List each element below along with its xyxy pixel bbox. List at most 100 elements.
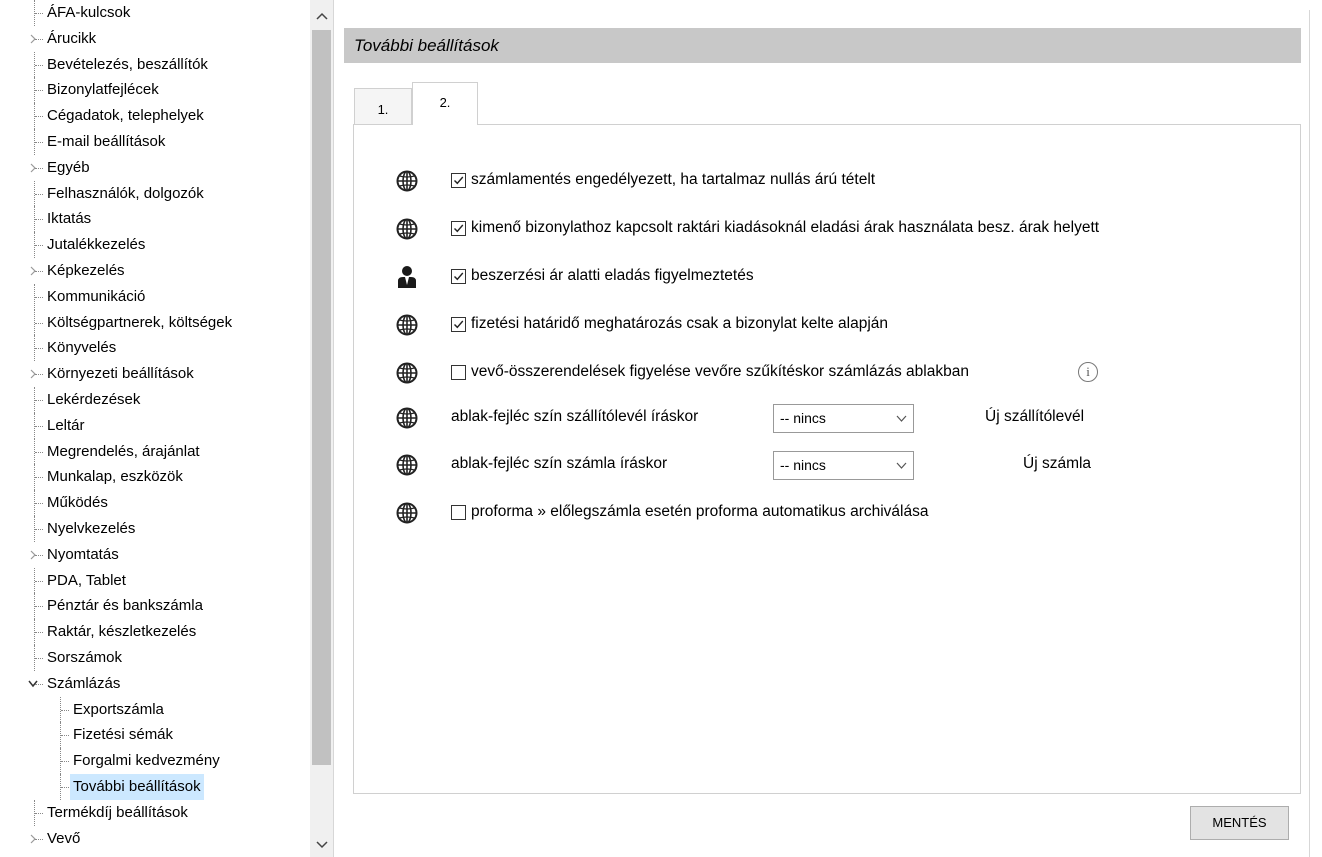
- tree-item-label: Bevételezés, beszállítók: [47, 55, 208, 73]
- tree-subitem[interactable]: Exportszámla: [0, 696, 310, 723]
- tree-item-label: Kommunikáció: [47, 287, 146, 305]
- checkbox[interactable]: [451, 505, 466, 520]
- tree-item-label: Raktár, készletkezelés: [47, 623, 197, 641]
- tree-item-label: Leltár: [47, 416, 85, 434]
- scroll-up-icon[interactable]: [310, 6, 333, 26]
- tree-subitem[interactable]: Fizetési sémák: [0, 722, 310, 749]
- checkbox[interactable]: [451, 365, 466, 380]
- tab-2[interactable]: 2.: [412, 82, 478, 125]
- tree-item-label: Iktatás: [47, 210, 92, 228]
- tree-item[interactable]: Megrendelés, árajánlat: [0, 438, 310, 465]
- tree-item-label: Árucikk: [47, 29, 97, 47]
- tree-item-label: Bizonylatfejlécek: [47, 81, 159, 99]
- tree-item-label: Fizetési sémák: [73, 726, 174, 744]
- setting-row: proforma » előlegszámla esetén proforma …: [354, 499, 1302, 527]
- settings-content-panel: További beállítások 1. 2. számlamentés e…: [334, 0, 1322, 857]
- chevron-down-icon: [896, 452, 907, 489]
- tree-item-label: Exportszámla: [73, 700, 164, 718]
- tree-item[interactable]: Képkezelés: [0, 258, 310, 284]
- tree-item[interactable]: Nyomtatás: [0, 542, 310, 568]
- globe-icon: [396, 407, 418, 429]
- preview-label-delivery: Új szállítólevél: [985, 408, 1085, 425]
- tree-item-label: Pénztár és bankszámla: [47, 597, 203, 615]
- tree-item[interactable]: Lekérdezések: [0, 386, 310, 413]
- tree-item[interactable]: Árucikk: [0, 26, 310, 52]
- tree-item[interactable]: Számlázás: [0, 671, 310, 697]
- tree-item-label: További beállítások: [70, 773, 204, 800]
- setting-row: számlamentés engedélyezett, ha tartalmaz…: [354, 167, 1302, 195]
- tree-item[interactable]: Termékdíj beállítások: [0, 799, 310, 826]
- tree-item-label: Lekérdezések: [47, 390, 141, 408]
- tree-item[interactable]: PDA, Tablet: [0, 567, 310, 594]
- tree-item-label: Költségpartnerek, költségek: [47, 313, 233, 331]
- tree-item[interactable]: Pénztár és bankszámla: [0, 593, 310, 620]
- tree-item[interactable]: Könyvelés: [0, 335, 310, 362]
- tree-item[interactable]: Bizonylatfejlécek: [0, 77, 310, 104]
- tree-item[interactable]: Raktár, készletkezelés: [0, 619, 310, 645]
- globe-icon: [396, 218, 418, 240]
- tree-item[interactable]: Egyéb: [0, 155, 310, 181]
- setting-row: fizetési határidő meghatározás csak a bi…: [354, 311, 1302, 339]
- tree-subitem[interactable]: További beállítások: [0, 773, 310, 800]
- tree-item-label: Termékdíj beállítások: [47, 803, 188, 821]
- tree-item[interactable]: Cégadatok, telephelyek: [0, 103, 310, 129]
- checkbox-checked[interactable]: [451, 221, 466, 236]
- setting-row: beszerzési ár alatti eladás figyelmeztet…: [354, 263, 1302, 291]
- tree-item-label: Megrendelés, árajánlat: [47, 442, 200, 460]
- tab-panel: számlamentés engedélyezett, ha tartalmaz…: [353, 124, 1301, 794]
- tree-item[interactable]: Kommunikáció: [0, 283, 310, 310]
- save-button[interactable]: MENTÉS: [1190, 806, 1289, 840]
- setting-label: proforma » előlegszámla esetén proforma …: [471, 503, 929, 520]
- checkbox-checked[interactable]: [451, 317, 466, 332]
- tree-item[interactable]: Bevételezés, beszállítók: [0, 51, 310, 78]
- tree-item[interactable]: E-mail beállítások: [0, 128, 310, 155]
- setting-label: ablak-fejléc szín szállítólevél íráskor: [451, 408, 699, 425]
- setting-label: kimenő bizonylathoz kapcsolt raktári kia…: [471, 219, 1100, 236]
- tree-item-label: Cégadatok, telephelyek: [47, 107, 204, 125]
- tree-item[interactable]: Leltár: [0, 412, 310, 439]
- tree-item-label: Működés: [47, 494, 108, 512]
- select-value: -- nincs: [780, 457, 826, 473]
- tree-item-label: Környezeti beállítások: [47, 365, 194, 383]
- setting-label: fizetési határidő meghatározás csak a bi…: [471, 315, 889, 332]
- scroll-down-icon[interactable]: [310, 835, 333, 855]
- tree-item[interactable]: Felhasználók, dolgozók: [0, 180, 310, 207]
- scroll-thumb[interactable]: [312, 30, 331, 765]
- preview-label-invoice: Új számla: [1023, 455, 1092, 472]
- tree-item-label: Könyvelés: [47, 339, 117, 357]
- tab-1[interactable]: 1.: [354, 88, 412, 124]
- globe-icon: [396, 314, 418, 336]
- header-color-select-delivery[interactable]: -- nincs: [773, 404, 914, 433]
- tree-item[interactable]: Nyelvkezelés: [0, 515, 310, 542]
- setting-label: beszerzési ár alatti eladás figyelmeztet…: [471, 267, 754, 284]
- tree-item[interactable]: Munkalap, eszközök: [0, 464, 310, 491]
- tree-item[interactable]: ÁFA-kulcsok: [0, 0, 310, 26]
- tree-item-label: ÁFA-kulcsok: [47, 4, 131, 21]
- tree-item[interactable]: Működés: [0, 490, 310, 516]
- tree-item-label: Nyelvkezelés: [47, 519, 136, 537]
- tree-item[interactable]: Vevő: [0, 826, 310, 852]
- user-icon: [396, 265, 418, 288]
- tree-item-label: PDA, Tablet: [47, 571, 126, 589]
- section-title: További beállítások: [344, 28, 1301, 63]
- setting-label: vevő-összerendelések figyelése vevőre sz…: [471, 363, 969, 380]
- tree-item[interactable]: Sorszámok: [0, 644, 310, 671]
- tree-item[interactable]: Költségpartnerek, költségek: [0, 309, 310, 336]
- setting-row: kimenő bizonylathoz kapcsolt raktári kia…: [354, 215, 1302, 243]
- checkbox-checked[interactable]: [451, 173, 466, 188]
- tree-item-label: Képkezelés: [47, 261, 125, 279]
- tree-item[interactable]: Jutalékkezelés: [0, 232, 310, 258]
- tree-item-label: Vevő: [47, 829, 81, 847]
- tree-scrollbar[interactable]: [310, 0, 333, 857]
- setting-row: ablak-fejléc szín szállítólevél íráskor …: [354, 404, 1302, 433]
- header-color-select-invoice[interactable]: -- nincs: [773, 451, 914, 480]
- globe-icon: [396, 170, 418, 192]
- tree-item[interactable]: Környezeti beállítások: [0, 361, 310, 387]
- globe-icon: [396, 362, 418, 384]
- tree-item-label: Egyéb: [47, 158, 90, 176]
- tree-item[interactable]: Iktatás: [0, 206, 310, 233]
- tree-subitem[interactable]: Forgalmi kedvezmény: [0, 748, 310, 774]
- chevron-down-icon: [896, 405, 907, 442]
- checkbox-checked[interactable]: [451, 269, 466, 284]
- info-icon[interactable]: i: [1078, 362, 1098, 382]
